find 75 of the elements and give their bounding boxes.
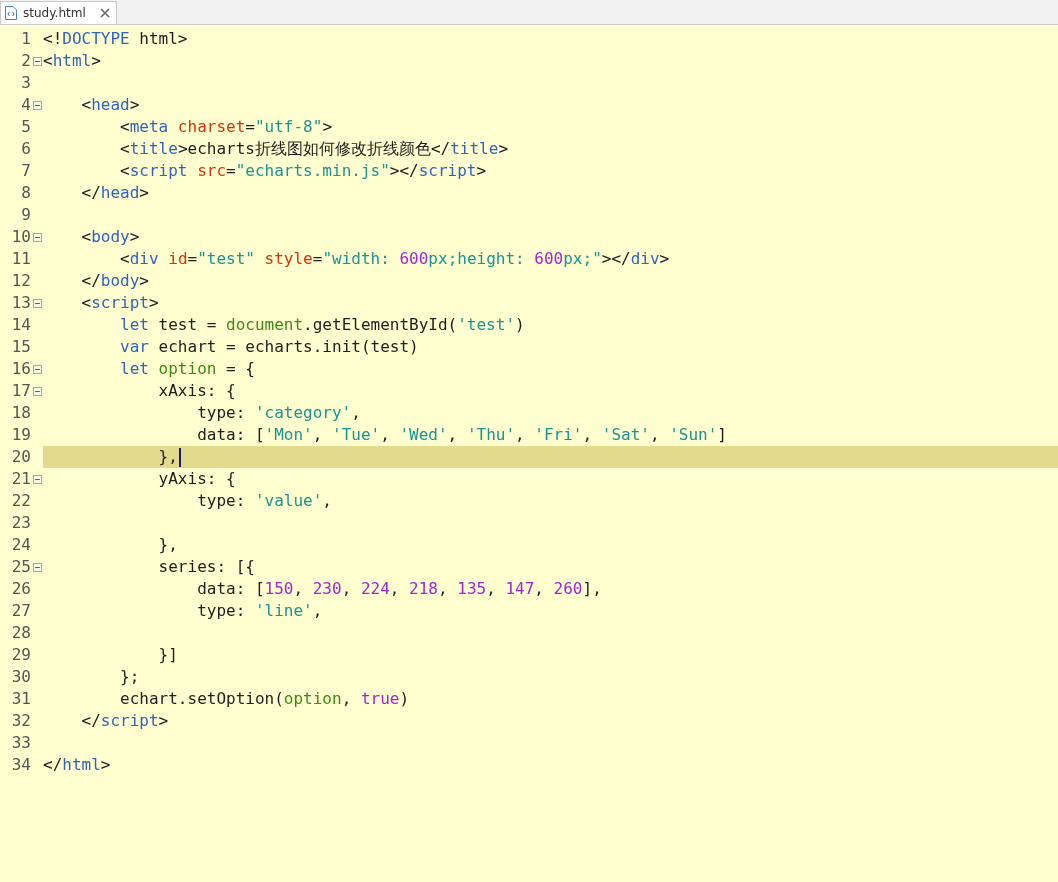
code-line: <title>echarts折线图如何修改折线颜色</title> [119,138,508,160]
code-line: yAxis: { [157,468,236,490]
line-number: 3 [20,72,31,94]
code-line: let test = document.getElementById('test') [119,314,525,336]
code-line: echart.setOption(option, true) [119,688,410,710]
line-number: 4 [20,94,31,116]
line-number: 27 [10,600,31,622]
line-number: 9 [20,204,31,226]
code-line: type: 'value', [196,490,332,512]
code-line: type: 'line', [196,600,323,622]
html-file-icon [5,6,17,20]
code-line: <!DOCTYPE html> [43,28,188,50]
line-number: 13 [10,292,31,314]
code-line: data: ['Mon', 'Tue', 'Wed', 'Thu', 'Fri', 'Sat', 'Sun'] [196,424,727,446]
code-line: series: [{ [157,556,255,578]
code-line: <head> [80,94,140,116]
line-number: 11 [10,248,31,270]
line-number: 19 [10,424,31,446]
code-line: var echart = echarts.init(test) [119,336,419,358]
code-line: }, [157,534,178,556]
code-line: }, [157,446,178,468]
line-number: 21 [10,468,31,490]
line-number: 31 [10,688,31,710]
fold-collapse-icon[interactable] [32,386,42,396]
code-line: }] [157,644,178,666]
code-line: <html> [43,50,101,72]
text-cursor [178,447,181,467]
fold-collapse-icon[interactable] [32,298,42,308]
line-number: 15 [10,336,31,358]
line-number: 14 [10,314,31,336]
line-number: 18 [10,402,31,424]
line-number: 23 [10,512,31,534]
line-number: 10 [10,226,31,248]
line-number: 29 [10,644,31,666]
code-line: </head> [80,182,149,204]
line-number: 6 [20,138,31,160]
line-number: 26 [10,578,31,600]
line-number: 2 [20,50,31,72]
line-number: 34 [10,754,31,776]
code-line: <div id="test" style="width: 600px;height: 600px;"></div> [119,248,670,270]
fold-collapse-icon[interactable] [32,562,42,572]
code-line: <body> [80,226,140,248]
code-line: </html> [43,754,111,776]
code-line: <meta charset="utf-8"> [119,116,332,138]
line-number: 20 [10,446,31,468]
line-number: 30 [10,666,31,688]
fold-collapse-icon[interactable] [32,474,42,484]
fold-collapse-icon[interactable] [32,56,42,66]
code-line: </body> [80,270,149,292]
fold-collapse-icon[interactable] [32,100,42,110]
line-number: 12 [10,270,31,292]
code-line: <script src="echarts.min.js"></script> [119,160,487,182]
code-line: data: [150, 230, 224, 218, 135, 147, 260], [196,578,602,600]
code-line: let option = { [119,358,255,380]
line-number: 5 [20,116,31,138]
file-tab[interactable]: study.html [0,1,117,24]
fold-collapse-icon[interactable] [32,232,42,242]
line-number: 8 [20,182,31,204]
line-number: 16 [10,358,31,380]
code-line: }; [119,666,140,688]
line-number: 1 [20,28,31,50]
line-number: 28 [10,622,31,644]
line-number: 25 [10,556,31,578]
code-line: type: 'category', [196,402,361,424]
code-line: <script> [80,292,159,314]
line-number: 33 [10,732,31,754]
line-number: 17 [10,380,31,402]
code-line: </script> [80,710,169,732]
line-number: 24 [10,534,31,556]
line-number: 7 [20,160,31,182]
line-number: 22 [10,490,31,512]
close-icon[interactable] [99,8,110,18]
code-line: xAxis: { [157,380,236,402]
line-number: 32 [10,710,31,732]
fold-collapse-icon[interactable] [32,364,42,374]
